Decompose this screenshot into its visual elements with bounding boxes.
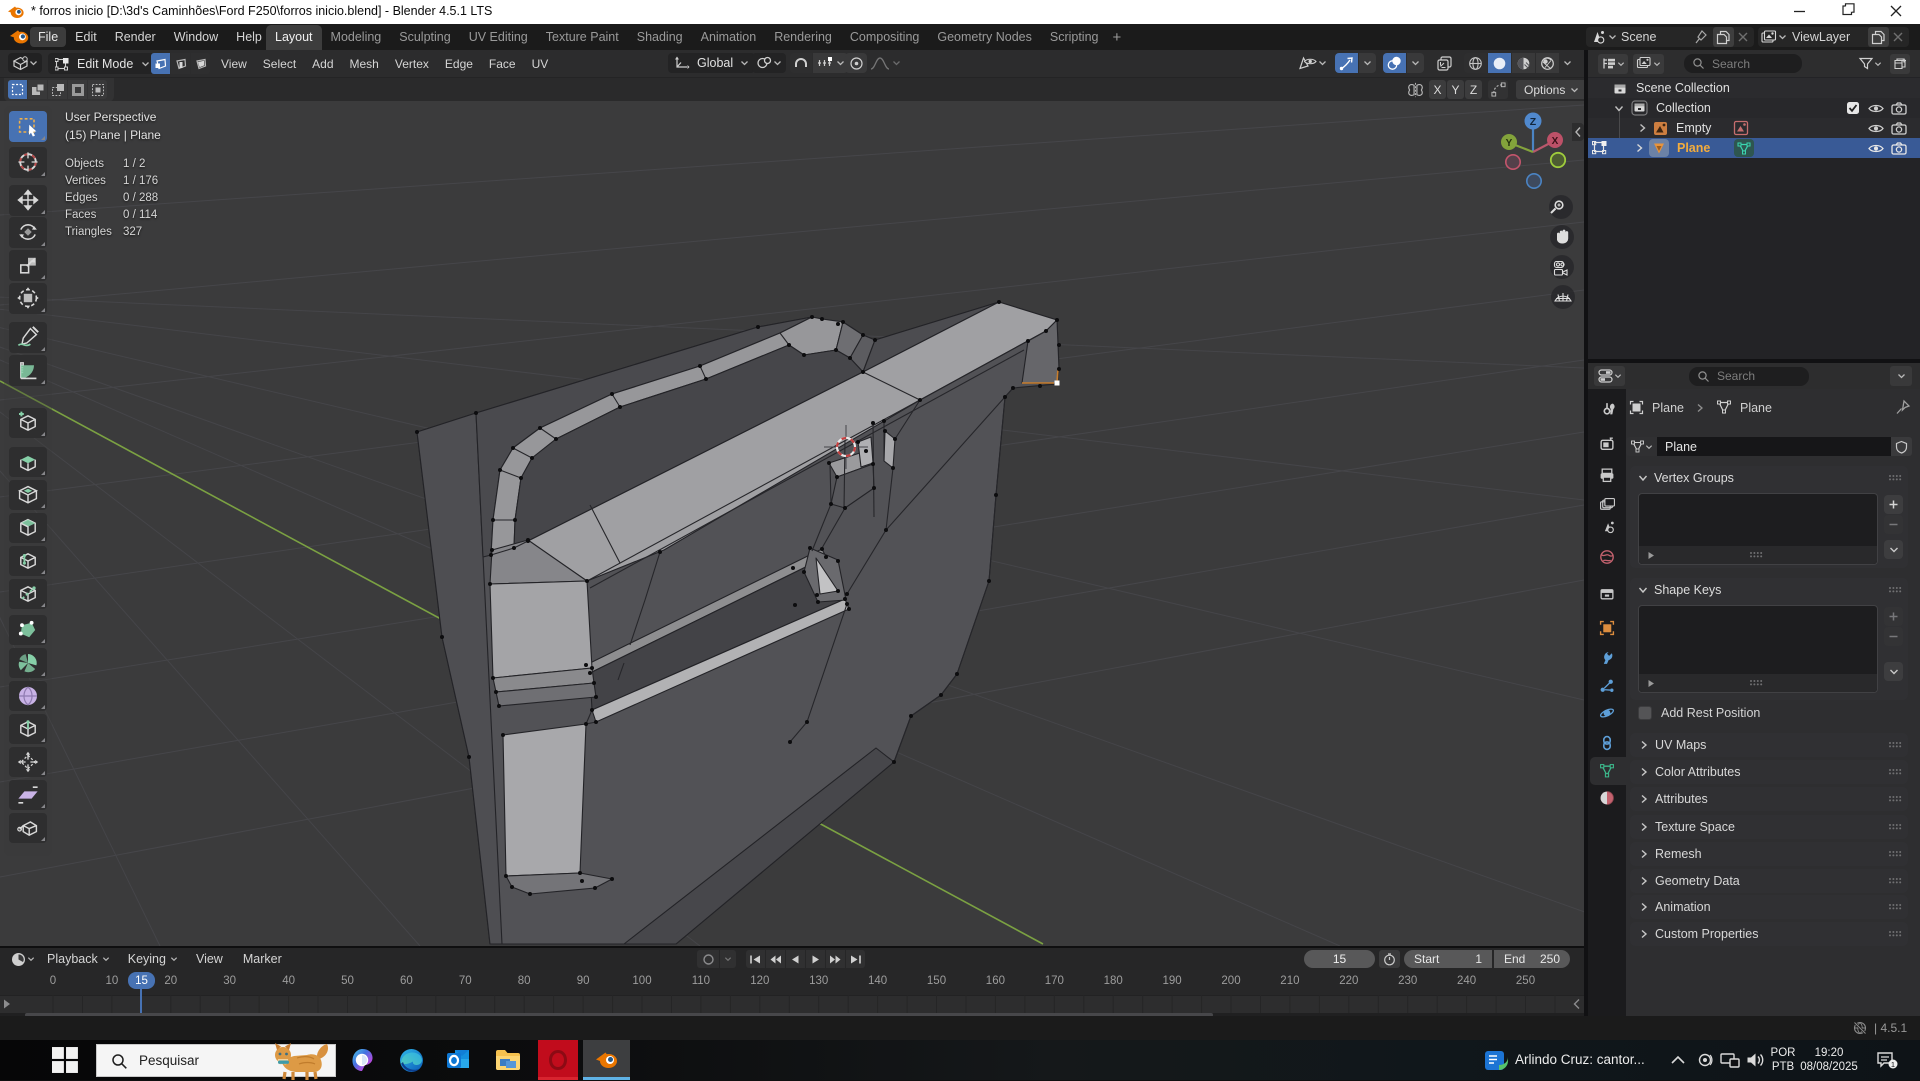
svg-text:Z: Z: [1530, 116, 1537, 128]
svg-text:Y: Y: [1506, 138, 1513, 149]
svg-text:1: 1: [1891, 1060, 1895, 1069]
svg-text:X: X: [1552, 136, 1559, 147]
